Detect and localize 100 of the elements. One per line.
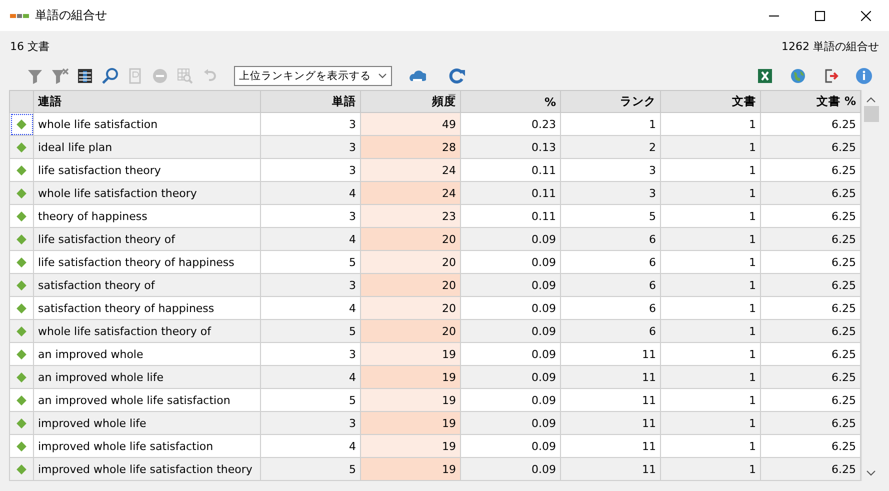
document-count: 16 文書 xyxy=(10,39,50,55)
refresh-icon[interactable] xyxy=(448,67,466,85)
table-cell: 0.09 xyxy=(460,250,560,274)
table-cell: 5 xyxy=(260,320,360,342)
table-cell: 4 xyxy=(260,228,360,250)
column-header[interactable]: 単語 xyxy=(260,90,360,112)
table-cell: 0.13 xyxy=(460,136,560,158)
table-cell: 1 xyxy=(660,158,760,182)
table-cell: 6.25 xyxy=(760,458,860,480)
column-header[interactable]: 文書 % xyxy=(760,90,860,112)
row-marker[interactable] xyxy=(10,388,34,412)
table-cell: 1 xyxy=(560,112,660,136)
combination-count: 1262 単語の組合せ xyxy=(782,39,879,55)
column-header[interactable]: % xyxy=(460,90,560,112)
table-cell: 0.09 xyxy=(460,388,560,412)
sort-icon xyxy=(448,94,456,98)
table-cell: 11 xyxy=(560,412,660,434)
table-cell: 1 xyxy=(660,458,760,480)
row-marker[interactable] xyxy=(10,458,34,480)
info-icon[interactable] xyxy=(855,67,873,85)
table-cell: 2 xyxy=(560,136,660,158)
table-cell: whole life satisfaction theory of xyxy=(34,320,260,342)
table-cell: 11 xyxy=(560,366,660,388)
table-cell: 4 xyxy=(260,434,360,458)
table-cell: 1 xyxy=(660,228,760,250)
row-marker[interactable] xyxy=(10,412,34,434)
table-cell: 5 xyxy=(260,388,360,412)
row-marker[interactable] xyxy=(10,366,34,388)
row-marker[interactable] xyxy=(10,274,34,296)
table-cell: an improved whole xyxy=(34,342,260,366)
table-cell: 3 xyxy=(260,412,360,434)
table-cell: theory of happiness xyxy=(34,204,260,228)
table-cell: 1 xyxy=(660,388,760,412)
row-marker[interactable] xyxy=(10,320,34,342)
column-header[interactable]: 頻度 xyxy=(360,90,460,112)
table-cell: 4 xyxy=(260,182,360,204)
table-cell: whole life satisfaction theory xyxy=(34,182,260,204)
table-cell: 1 xyxy=(660,274,760,296)
table-cell: 1 xyxy=(660,112,760,136)
table-cell: 6 xyxy=(560,274,660,296)
table-cell: 6 xyxy=(560,228,660,250)
table-cell: 3 xyxy=(560,158,660,182)
table-cell: 0.09 xyxy=(460,274,560,296)
search-icon[interactable] xyxy=(101,67,119,85)
table-cell: 0.09 xyxy=(460,412,560,434)
table-cell: 3 xyxy=(260,112,360,136)
table-cell: 1 xyxy=(660,342,760,366)
table-cell: 11 xyxy=(560,388,660,412)
table-cell: an improved whole life satisfaction xyxy=(34,388,260,412)
caret-icon xyxy=(378,73,387,79)
filter-icon[interactable] xyxy=(26,67,44,85)
table-cell: 3 xyxy=(260,274,360,296)
columns-icon[interactable] xyxy=(76,67,94,85)
row-marker[interactable] xyxy=(10,204,34,228)
spreadsheet-icon[interactable] xyxy=(756,67,774,85)
globe-icon[interactable] xyxy=(789,67,807,85)
table-cell: 6.25 xyxy=(760,182,860,204)
table-cell: 28 xyxy=(360,136,460,158)
table-cell: 11 xyxy=(560,342,660,366)
table-cell: 6.25 xyxy=(760,412,860,434)
table-cell: 24 xyxy=(360,158,460,182)
table-cell: 3 xyxy=(260,158,360,182)
table-cell: 4 xyxy=(260,296,360,320)
table-cell: 0.09 xyxy=(460,296,560,320)
scroll-down-icon[interactable] xyxy=(866,469,876,477)
table-cell: 19 xyxy=(360,342,460,366)
column-header[interactable]: 連語 xyxy=(34,90,260,112)
table-cell: whole life satisfaction xyxy=(34,112,260,136)
table-cell: 6 xyxy=(560,250,660,274)
window-title: 単語の組合せ xyxy=(35,7,108,24)
table-cell: 0.09 xyxy=(460,434,560,458)
column-header[interactable]: ランク xyxy=(560,90,660,112)
row-marker[interactable] xyxy=(10,296,34,320)
table-cell: 3 xyxy=(260,136,360,158)
table-cell: 20 xyxy=(360,228,460,250)
table-cell: 5 xyxy=(260,458,360,480)
row-marker[interactable] xyxy=(10,182,34,204)
row-marker[interactable] xyxy=(10,112,34,136)
row-marker[interactable] xyxy=(10,158,34,182)
dropdown-value: 上位ランキングを表示する xyxy=(239,69,371,83)
table-cell: 6.25 xyxy=(760,228,860,250)
table-cell: 11 xyxy=(560,458,660,480)
row-marker[interactable] xyxy=(10,228,34,250)
scroll-thumb[interactable] xyxy=(864,106,878,122)
scroll-up-icon[interactable] xyxy=(866,96,876,104)
table-cell: satisfaction theory of happiness xyxy=(34,296,260,320)
clear-filter-icon[interactable] xyxy=(51,67,69,85)
table-cell: 11 xyxy=(560,434,660,458)
table-cell: 3 xyxy=(560,182,660,204)
row-marker[interactable] xyxy=(10,250,34,274)
column-header[interactable]: 文書 xyxy=(660,90,760,112)
table-cell: 6.25 xyxy=(760,158,860,182)
row-marker[interactable] xyxy=(10,342,34,366)
ranking-dropdown[interactable]: 上位ランキングを表示する xyxy=(234,66,392,86)
row-marker[interactable] xyxy=(10,136,34,158)
table-cell: 49 xyxy=(360,112,460,136)
row-marker[interactable] xyxy=(10,434,34,458)
table-cell: 19 xyxy=(360,458,460,480)
maximize-icon xyxy=(815,10,825,20)
header-cell xyxy=(10,90,34,112)
